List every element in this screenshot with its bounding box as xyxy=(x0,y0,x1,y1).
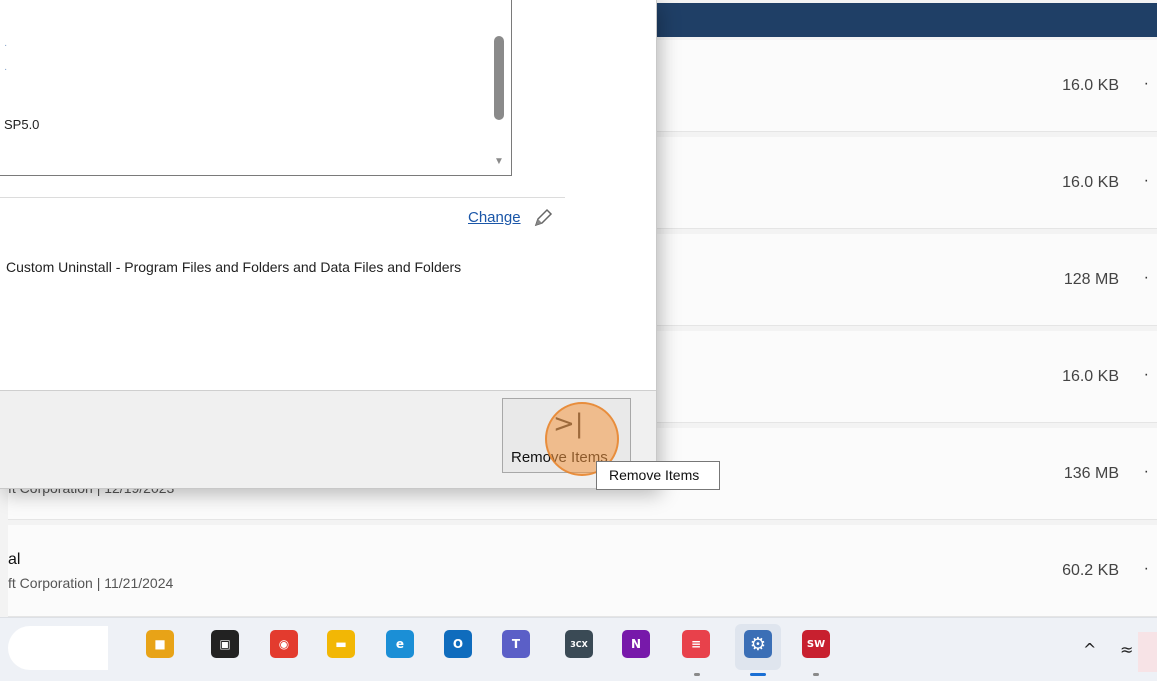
3cx-icon[interactable]: 3CX xyxy=(565,630,593,658)
app-red-icon[interactable]: ≡ xyxy=(682,630,710,658)
app-size: 16.0 KB xyxy=(1062,367,1119,385)
taskbar-search-box[interactable] xyxy=(8,626,108,670)
uninstall-type-description: Custom Uninstall - Program Files and Fol… xyxy=(6,259,462,275)
show-hidden-icons-chevron-icon[interactable]: ^ xyxy=(1083,640,1096,659)
settings-icon[interactable]: ⚙ xyxy=(744,630,772,658)
app-publisher-date: ft Corporation | 11/21/2024 xyxy=(8,575,174,591)
scrollbar-thumb[interactable] xyxy=(494,36,504,120)
list-item[interactable]: SP5.0 xyxy=(4,117,39,132)
components-listbox[interactable]: · · SP5.0 ▼ xyxy=(0,0,512,176)
briefcase-icon[interactable]: ■ xyxy=(146,630,174,658)
more-options-icon[interactable]: · xyxy=(1144,560,1149,578)
list-item-marker: · xyxy=(4,40,8,51)
change-link[interactable]: Change xyxy=(468,209,521,226)
teams-icon[interactable]: T xyxy=(502,630,530,658)
app-size: 16.0 KB xyxy=(1062,173,1119,191)
file-explorer-icon[interactable]: ▬ xyxy=(327,630,355,658)
running-indicator xyxy=(813,673,819,676)
app-size: 128 MB xyxy=(1063,270,1119,288)
taskbar: ■ ▣ ◉ ▬ e O T 3CX N ≡ ⚙ SW ^ ≈ xyxy=(0,617,1157,681)
more-options-icon[interactable]: · xyxy=(1144,269,1149,287)
more-options-icon[interactable]: · xyxy=(1144,75,1149,93)
solidworks-icon[interactable]: SW xyxy=(802,630,830,658)
wifi-icon[interactable]: ≈ xyxy=(1120,640,1133,659)
task-view-icon[interactable]: ▣ xyxy=(211,630,239,658)
more-options-icon[interactable]: · xyxy=(1144,366,1149,384)
tooltip: Remove Items xyxy=(596,461,720,490)
more-options-icon[interactable]: · xyxy=(1144,172,1149,190)
app-size: 60.2 KB xyxy=(1062,561,1119,579)
app-size: 136 MB xyxy=(1063,464,1119,482)
running-indicator xyxy=(694,673,700,676)
chrome-icon[interactable]: ◉ xyxy=(270,630,298,658)
divider xyxy=(0,197,565,198)
list-item[interactable]: al ft Corporation | 11/21/2024 60.2 KB · xyxy=(8,525,1157,617)
active-indicator xyxy=(750,673,766,676)
outlook-icon[interactable]: O xyxy=(444,630,472,658)
onenote-icon[interactable]: N xyxy=(622,630,650,658)
tray-edge xyxy=(1138,632,1157,672)
edge-icon[interactable]: e xyxy=(386,630,414,658)
list-item-marker: · xyxy=(4,64,8,75)
more-options-icon[interactable]: · xyxy=(1144,463,1149,481)
scroll-down-arrow-icon[interactable]: ▼ xyxy=(494,156,504,167)
app-name: al xyxy=(8,551,21,568)
app-size: 16.0 KB xyxy=(1062,76,1119,94)
pencil-icon[interactable] xyxy=(532,207,554,229)
